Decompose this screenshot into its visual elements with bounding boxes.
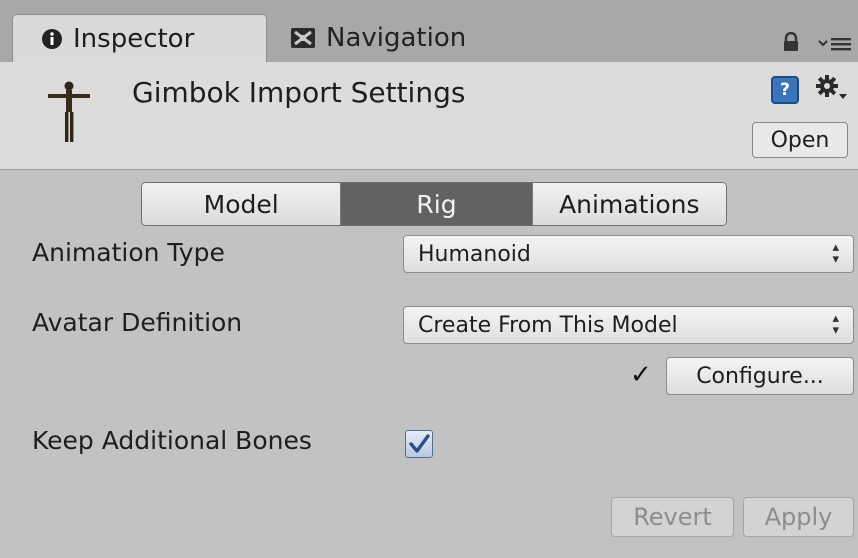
help-icon-glyph: ? — [780, 80, 790, 100]
navigation-icon — [290, 26, 316, 50]
menu-icon[interactable] — [818, 36, 852, 56]
tab-rig[interactable]: Rig — [341, 183, 532, 225]
keep-additional-bones-label: Keep Additional Bones — [32, 426, 312, 455]
lock-icon[interactable] — [782, 31, 800, 56]
select-arrows-icon: ▴ ▾ — [832, 311, 839, 338]
open-button[interactable]: Open — [752, 122, 848, 158]
configure-button[interactable]: Configure... — [666, 357, 854, 395]
avatar-definition-value: Create From This Model — [418, 312, 678, 338]
tab-inspector[interactable]: Inspector — [12, 14, 267, 62]
tab-inspector-label: Inspector — [73, 23, 195, 54]
checkbox-tick-icon — [409, 434, 430, 453]
revert-button[interactable]: Revert — [611, 497, 734, 537]
avatar-definition-label: Avatar Definition — [32, 308, 243, 337]
select-arrows-icon: ▴ ▾ — [832, 240, 839, 267]
tab-navigation[interactable]: Navigation — [270, 14, 510, 62]
tab-model[interactable]: Model — [142, 183, 342, 225]
gear-icon[interactable] — [815, 74, 849, 111]
tab-navigation-label: Navigation — [326, 23, 467, 53]
tab-animations[interactable]: Animations — [531, 183, 726, 225]
checkmark-icon: ✓ — [630, 360, 652, 390]
apply-button[interactable]: Apply — [743, 497, 854, 537]
keep-additional-bones-checkbox[interactable] — [405, 430, 433, 458]
page-title: Gimbok Import Settings — [132, 76, 466, 109]
animation-type-dropdown[interactable]: Humanoid ▴ ▾ — [403, 235, 854, 273]
animation-type-value: Humanoid — [418, 241, 531, 267]
animation-type-label: Animation Type — [32, 238, 225, 267]
import-tabs: Model Rig Animations — [141, 182, 727, 226]
info-icon — [41, 28, 63, 50]
model-thumbnail — [42, 78, 94, 152]
avatar-definition-dropdown[interactable]: Create From This Model ▴ ▾ — [403, 306, 854, 344]
help-icon[interactable]: ? — [771, 76, 799, 104]
